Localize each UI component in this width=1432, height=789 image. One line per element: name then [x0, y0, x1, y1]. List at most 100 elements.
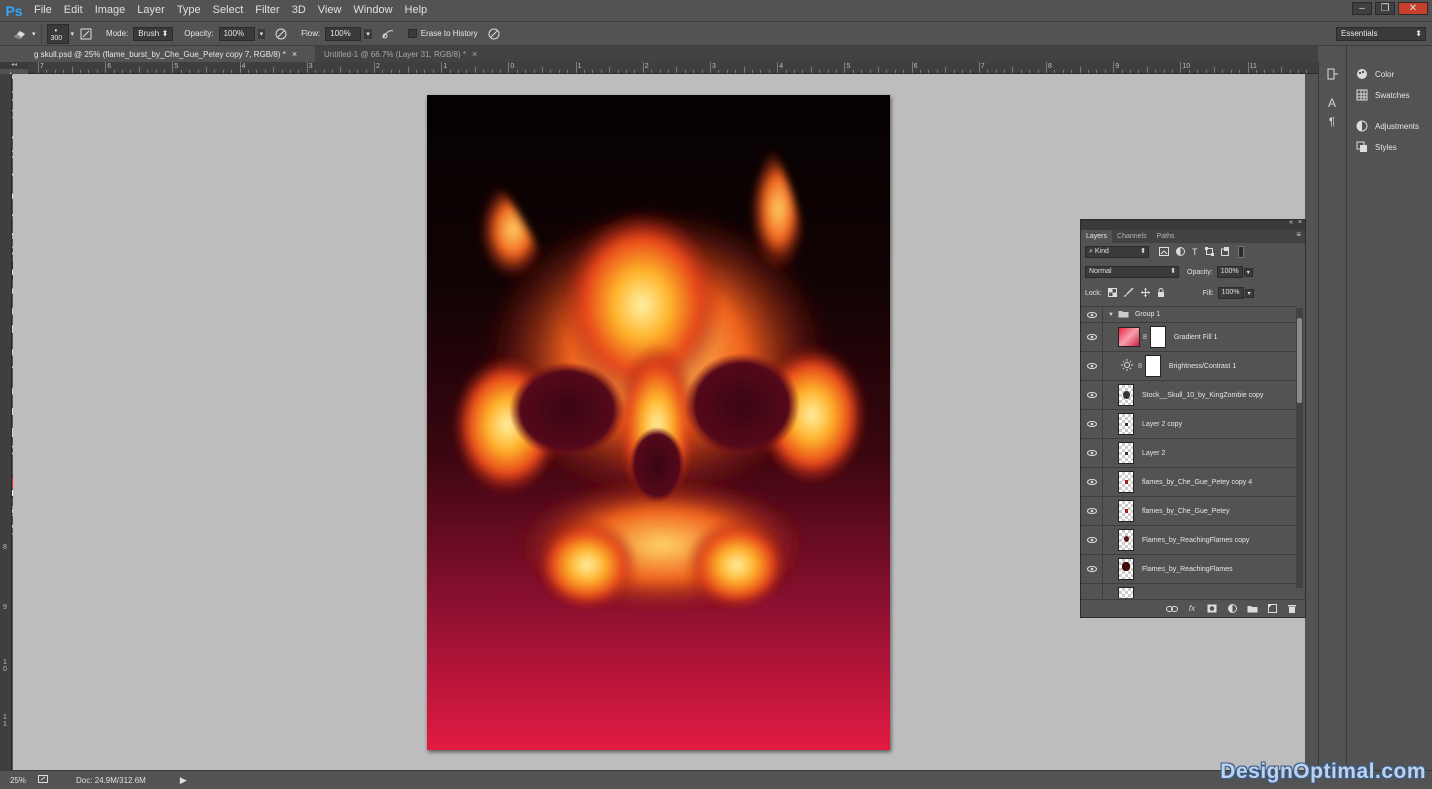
tab-channels[interactable]: Channels	[1112, 230, 1152, 243]
filter-kind-select[interactable]: ⌕ Kind ⬍	[1085, 246, 1149, 258]
menu-type[interactable]: Type	[171, 0, 207, 21]
flow-dropdown-icon[interactable]: ▾	[364, 28, 372, 39]
filter-type-icon[interactable]: T	[1192, 247, 1198, 257]
visibility-eye-icon[interactable]	[1081, 322, 1103, 352]
lock-all-icon[interactable]	[1157, 287, 1165, 299]
document-tab-active[interactable]: g skull.psd @ 25% (flame_burst_by_Che_Gu…	[28, 46, 315, 62]
menu-window[interactable]: Window	[347, 0, 398, 21]
pressure-size-icon[interactable]	[486, 26, 502, 42]
pressure-opacity-icon[interactable]	[273, 26, 289, 42]
history-panel-icon[interactable]	[1327, 68, 1339, 83]
close-icon[interactable]: ×	[1298, 219, 1302, 226]
layer-row[interactable]: 8 Brightness/Contrast 1	[1081, 351, 1296, 381]
layer-row[interactable]: Flames_by_ReachingFlames	[1081, 554, 1296, 584]
restore-button[interactable]: ❐	[1375, 2, 1395, 15]
layer-opacity-input[interactable]: 100%	[1216, 266, 1243, 278]
menu-layer[interactable]: Layer	[131, 0, 171, 21]
layer-fill-input[interactable]: 100%	[1217, 287, 1244, 299]
lock-position-icon[interactable]	[1140, 287, 1150, 299]
airbrush-icon[interactable]	[380, 26, 396, 42]
flow-input[interactable]: 100%	[325, 26, 362, 41]
visibility-eye-icon[interactable]	[1081, 583, 1103, 598]
visibility-eye-icon[interactable]	[1081, 467, 1103, 497]
paragraph-panel-icon[interactable]: ¶	[1329, 116, 1335, 128]
close-button[interactable]: ✕	[1398, 2, 1428, 15]
zoom-level[interactable]: 25%	[10, 776, 26, 785]
visibility-eye-icon[interactable]	[1081, 351, 1103, 381]
panel-menu-icon[interactable]: ≡	[1296, 230, 1301, 239]
export-icon[interactable]	[38, 775, 49, 785]
layer-row-partial[interactable]	[1081, 583, 1296, 598]
visibility-eye-icon[interactable]	[1081, 307, 1103, 323]
brush-panel-icon[interactable]	[78, 26, 94, 42]
character-panel-icon[interactable]: A	[1328, 96, 1336, 110]
link-layers-icon[interactable]	[1165, 603, 1179, 615]
panel-title-bar[interactable]: « ×	[1081, 219, 1305, 230]
add-mask-icon[interactable]	[1205, 603, 1219, 615]
new-group-icon[interactable]	[1245, 603, 1259, 615]
workspace-select[interactable]: Essentials ⬍	[1336, 27, 1426, 41]
expand-triangle-icon[interactable]: ▼	[1108, 312, 1114, 318]
document-tab[interactable]: Untitled-1 @ 66.7% (Layer 31, RGB/8) * ×	[318, 46, 498, 62]
menu-select[interactable]: Select	[207, 0, 250, 21]
filter-smart-object-icon[interactable]	[1220, 246, 1230, 258]
document-canvas[interactable]	[427, 95, 890, 750]
menu-3d[interactable]: 3D	[286, 0, 312, 21]
brush-size-picker[interactable]: • 300	[46, 23, 69, 44]
styles-icon	[1355, 140, 1369, 154]
layer-row[interactable]: Stock__Skull_10_by_KingZombie copy	[1081, 380, 1296, 410]
layer-row[interactable]: Layer 2	[1081, 438, 1296, 468]
tab-paths[interactable]: Paths	[1152, 230, 1180, 243]
filter-adjustment-icon[interactable]	[1176, 246, 1185, 258]
menu-file[interactable]: File	[28, 0, 58, 21]
visibility-eye-icon[interactable]	[1081, 409, 1103, 439]
scrollbar-thumb[interactable]	[1297, 318, 1302, 403]
menu-edit[interactable]: Edit	[58, 0, 89, 21]
new-layer-icon[interactable]	[1265, 603, 1279, 615]
layers-scrollbar[interactable]	[1296, 308, 1303, 588]
visibility-eye-icon[interactable]	[1081, 496, 1103, 526]
minimize-button[interactable]: –	[1352, 2, 1372, 15]
menu-filter[interactable]: Filter	[249, 0, 285, 21]
visibility-eye-icon[interactable]	[1081, 525, 1103, 555]
close-icon[interactable]: ×	[292, 49, 297, 59]
blend-mode-select[interactable]: Normal ⬍	[1085, 266, 1179, 278]
lock-pixels-icon[interactable]	[1123, 287, 1134, 299]
close-icon[interactable]: ×	[472, 49, 477, 59]
opacity-dropdown-icon[interactable]: ▾	[257, 28, 266, 39]
layer-row[interactable]: Flames_by_ReachingFlames copy	[1081, 525, 1296, 555]
layer-row[interactable]: Layer 2 copy	[1081, 409, 1296, 439]
fx-icon[interactable]: fx	[1185, 603, 1199, 615]
collapse-icon[interactable]: «	[1289, 219, 1293, 226]
eraser-tool-preset-icon[interactable]	[12, 26, 28, 42]
chevron-down-icon[interactable]: ▾	[1243, 267, 1253, 277]
menu-view[interactable]: View	[312, 0, 348, 21]
styles-panel-link[interactable]: Styles	[1355, 140, 1397, 154]
swatches-panel-link[interactable]: Swatches	[1355, 88, 1410, 102]
adjustments-panel-link[interactable]: Adjustments	[1355, 119, 1419, 133]
tab-layers[interactable]: Layers	[1081, 230, 1113, 243]
new-adjustment-icon[interactable]	[1225, 603, 1239, 615]
visibility-eye-icon[interactable]	[1081, 438, 1103, 468]
chevron-down-icon[interactable]: ▾	[32, 30, 36, 38]
filter-pixel-icon[interactable]	[1159, 246, 1169, 258]
chevron-down-icon[interactable]: ▾	[1244, 288, 1254, 298]
color-panel-link[interactable]: Color	[1355, 67, 1394, 81]
erase-history-checkbox[interactable]	[407, 29, 417, 38]
filter-shape-icon[interactable]	[1204, 246, 1214, 258]
menu-image[interactable]: Image	[89, 0, 132, 21]
layer-row[interactable]: 8 Gradient Fill 1	[1081, 322, 1296, 352]
visibility-eye-icon[interactable]	[1081, 380, 1103, 410]
layer-row[interactable]: flames_by_Che_Gue_Petey	[1081, 496, 1296, 526]
trash-icon[interactable]	[1285, 603, 1299, 615]
opacity-input[interactable]: 100%	[218, 26, 255, 41]
visibility-eye-icon[interactable]	[1081, 554, 1103, 584]
layer-row[interactable]: flames_by_Che_Gue_Petey copy 4	[1081, 467, 1296, 497]
filter-toggle[interactable]	[1237, 246, 1244, 258]
layer-row-group[interactable]: ▼ Group 1	[1081, 307, 1296, 323]
chevron-down-icon[interactable]: ▾	[71, 30, 75, 38]
menu-help[interactable]: Help	[399, 0, 434, 21]
status-menu-arrow-icon[interactable]: ▶	[180, 775, 187, 786]
mode-select[interactable]: Brush ⬍	[133, 26, 174, 41]
lock-transparent-icon[interactable]	[1107, 287, 1117, 299]
